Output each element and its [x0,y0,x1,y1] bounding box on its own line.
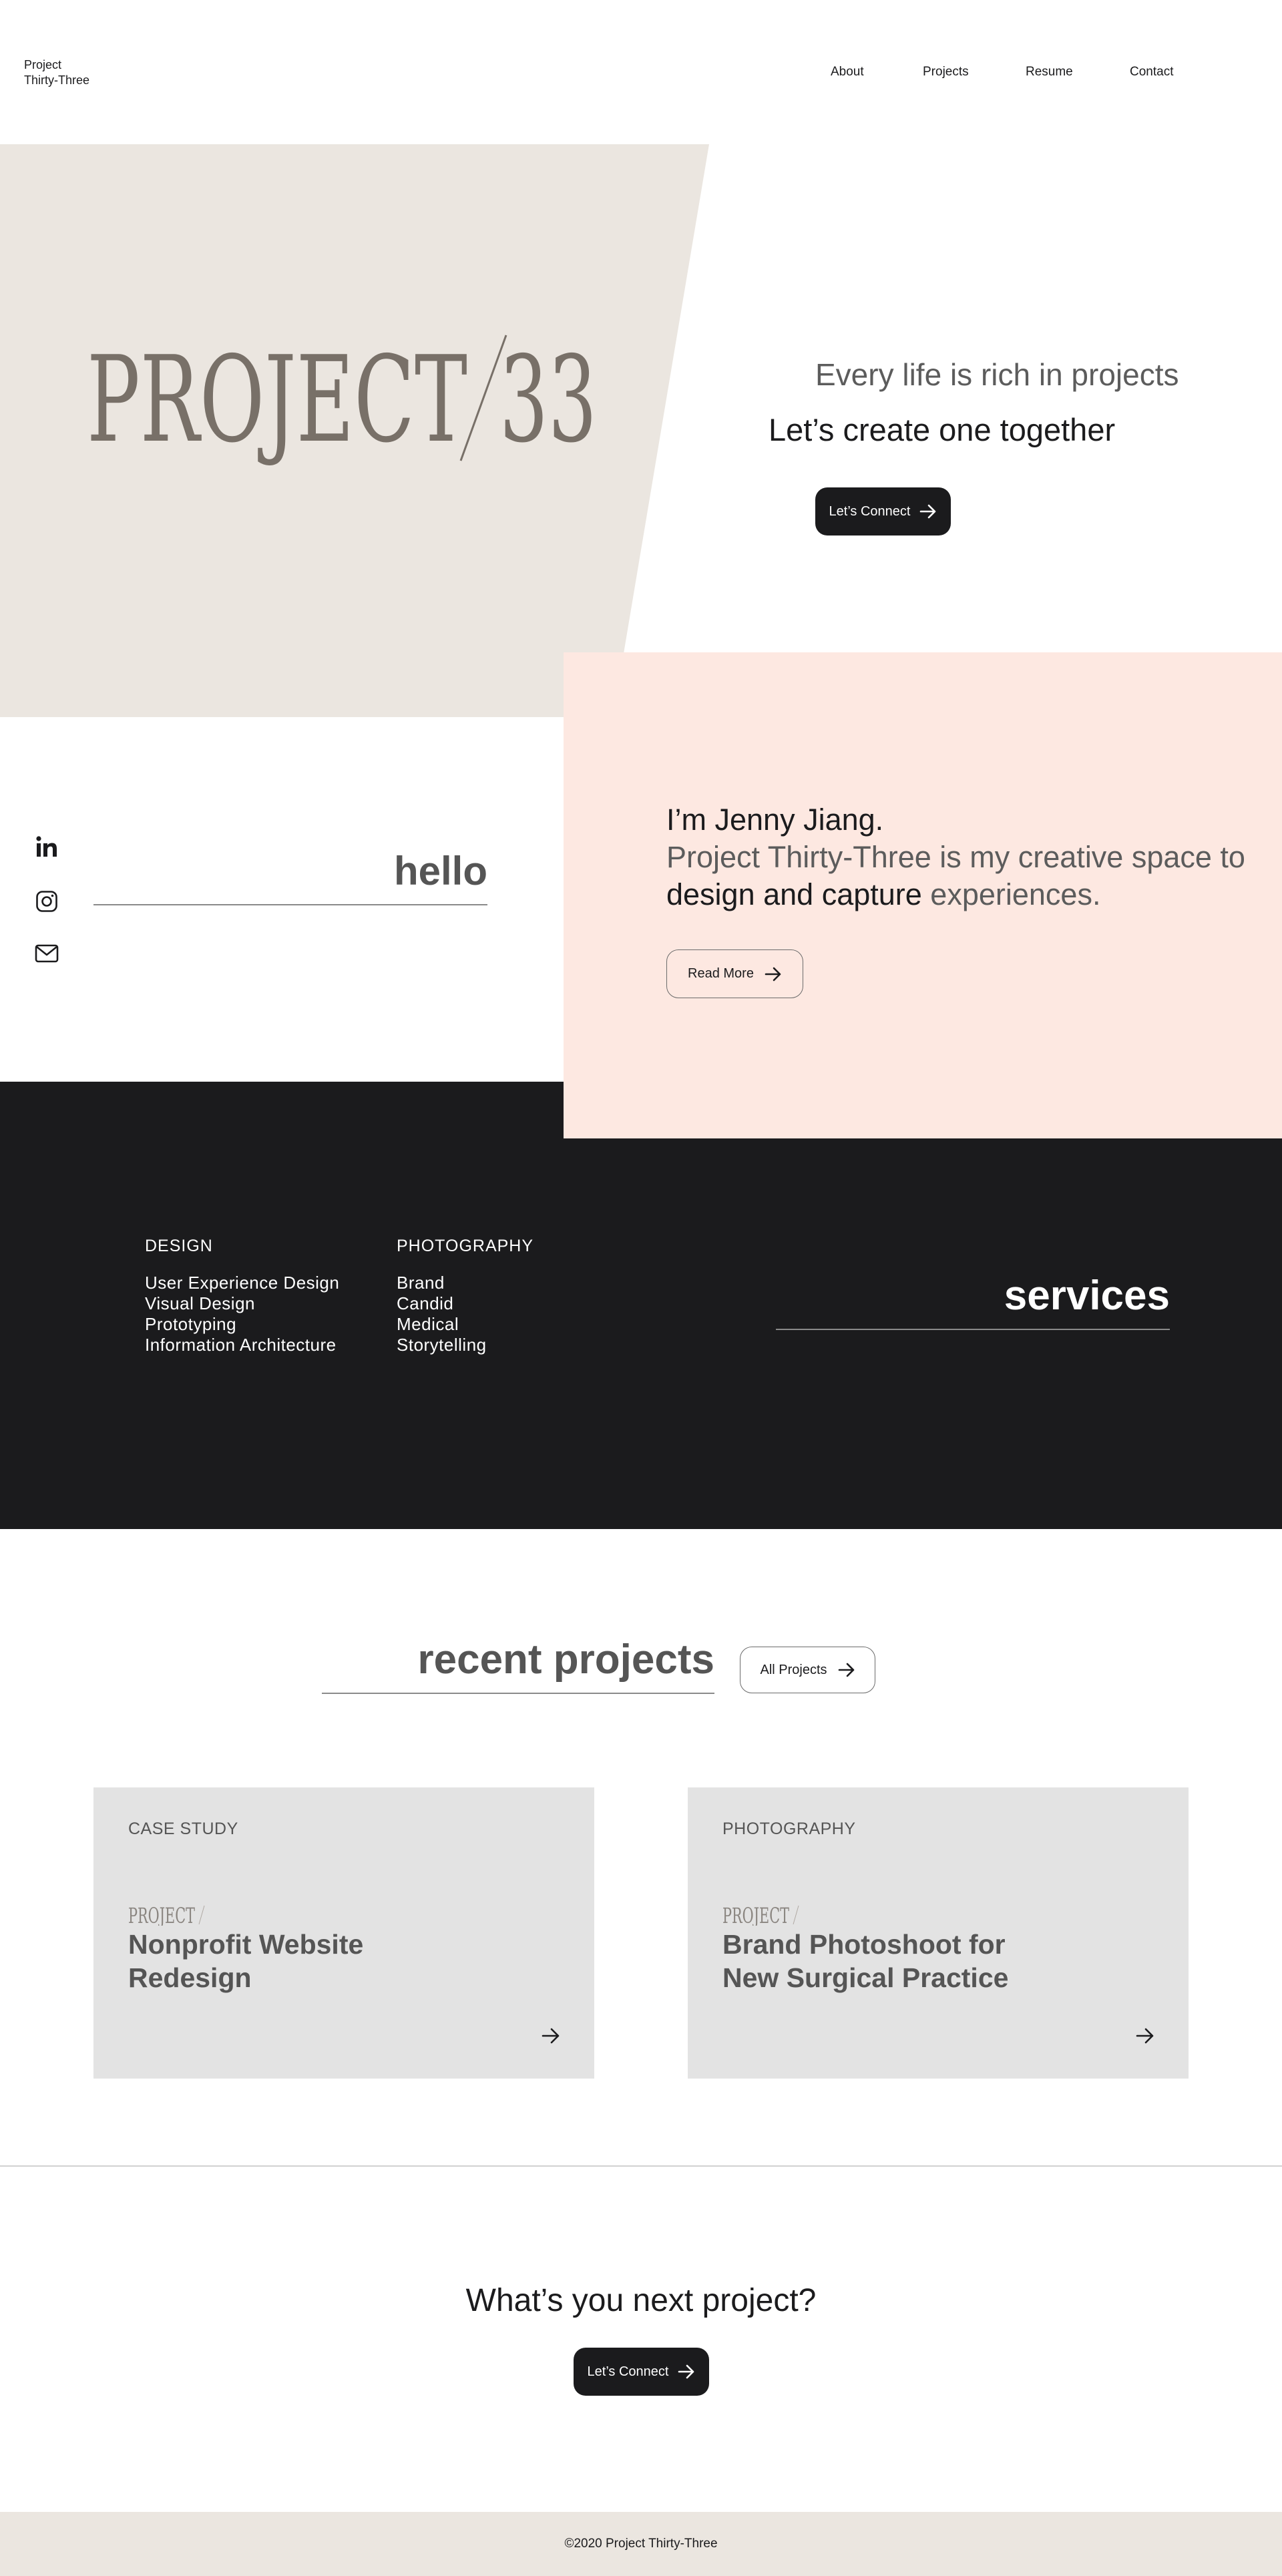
section-divider [0,2165,1282,2167]
brand-line-2: Thirty-Three [24,73,90,87]
logo-text-33: 33 [499,331,597,469]
design-item: Visual Design [145,1293,256,1313]
cta-connect-button[interactable]: Let’s Connect [574,2348,709,2396]
arrow-right-icon[interactable] [1135,2026,1155,2045]
logo-text-project: PROJECT [87,331,467,469]
intro-panel-extension [564,1082,1282,1138]
nav-resume[interactable]: Resume [1026,65,1073,79]
recent-projects-underline [322,1693,714,1694]
design-item: Prototyping [145,1314,237,1334]
mini-logo-text: PROJECT [722,1904,789,1926]
photography-item: Storytelling [397,1335,487,1355]
project-title-line: New Surgical Practice [722,1962,1009,1993]
instagram-icon[interactable] [35,889,59,913]
design-list: User Experience Design Visual Design Pro… [145,1273,339,1355]
intro-desc-1: Project Thirty-Three is my creative spac… [666,840,1245,874]
brand-line-1: Project [24,58,62,71]
project-title-line: Nonprofit Website [128,1929,364,1960]
project-card-nonprofit[interactable]: CASE STUDY PROJECT Nonprofit Website Red… [93,1787,594,2079]
read-more-button[interactable]: Read More [666,949,803,998]
lets-connect-label: Let’s Connect [829,503,911,519]
photography-list: Brand Candid Medical Storytelling [397,1273,487,1355]
project-title-line: Redesign [128,1962,252,1993]
lets-connect-button[interactable]: Let’s Connect [815,487,951,535]
project-title-line: Brand Photoshoot for [722,1929,1006,1960]
project-mini-logo: PROJECT [128,1904,205,1926]
cta-connect-label: Let’s Connect [587,2364,669,2379]
photography-item: Medical [397,1314,459,1334]
arrow-right-icon[interactable] [541,2026,561,2045]
photography-item: Brand [397,1273,445,1293]
footer-copyright: ©2020 Project Thirty-Three [564,2537,718,2551]
arrow-right-icon [765,967,781,981]
arrow-right-icon [838,1663,854,1677]
hello-heading: hello [393,849,487,893]
photography-heading: PHOTOGRAPHY [397,1237,534,1255]
footer: ©2020 Project Thirty-Three [0,2512,1282,2576]
design-item: Information Architecture [145,1335,337,1355]
recent-projects-heading: recent projects [417,1637,714,1683]
arrow-right-icon [678,2364,694,2379]
project-title: Nonprofit Website Redesign [128,1928,475,1994]
nav-projects[interactable]: Projects [923,65,969,79]
design-heading: DESIGN [145,1237,213,1255]
services-heading: services [1004,1273,1170,1319]
project-mini-logo: PROJECT [722,1904,799,1926]
linkedin-icon[interactable] [35,835,59,859]
cta-heading: What’s you next project? [465,2283,817,2318]
all-projects-label: All Projects [760,1662,827,1677]
project-category: PHOTOGRAPHY [722,1819,856,1838]
arrow-right-icon [920,504,936,519]
nav-contact[interactable]: Contact [1130,65,1173,79]
read-more-label: Read More [688,966,754,981]
services-underline [776,1329,1170,1330]
brand-logo[interactable]: Project Thirty-Three [24,57,89,88]
mini-logo-text: PROJECT [128,1904,195,1926]
hero-tagline: Every life is rich in projects [815,357,1179,392]
project-card-photoshoot[interactable]: PHOTOGRAPHY PROJECT Brand Photoshoot for… [688,1787,1189,2079]
intro-desc-2: experiences. [921,877,1101,911]
hero-subtagline: Let’s create one together [769,412,1116,447]
all-projects-button[interactable]: All Projects [740,1647,875,1693]
intro-text: I’m Jenny Jiang. Project Thirty-Three is… [666,801,1254,913]
project-33-logo: PROJECT 33 [87,331,597,469]
hello-underline [93,904,487,905]
project-title: Brand Photoshoot for New Surgical Practi… [722,1928,1070,1994]
photography-item: Candid [397,1293,454,1313]
intro-name: I’m Jenny Jiang. [666,803,884,837]
mail-icon[interactable] [35,941,59,965]
nav-about[interactable]: About [831,65,864,79]
project-category: CASE STUDY [128,1819,238,1838]
intro-desc-strong: design and capture [666,877,922,911]
design-item: User Experience Design [145,1273,340,1293]
